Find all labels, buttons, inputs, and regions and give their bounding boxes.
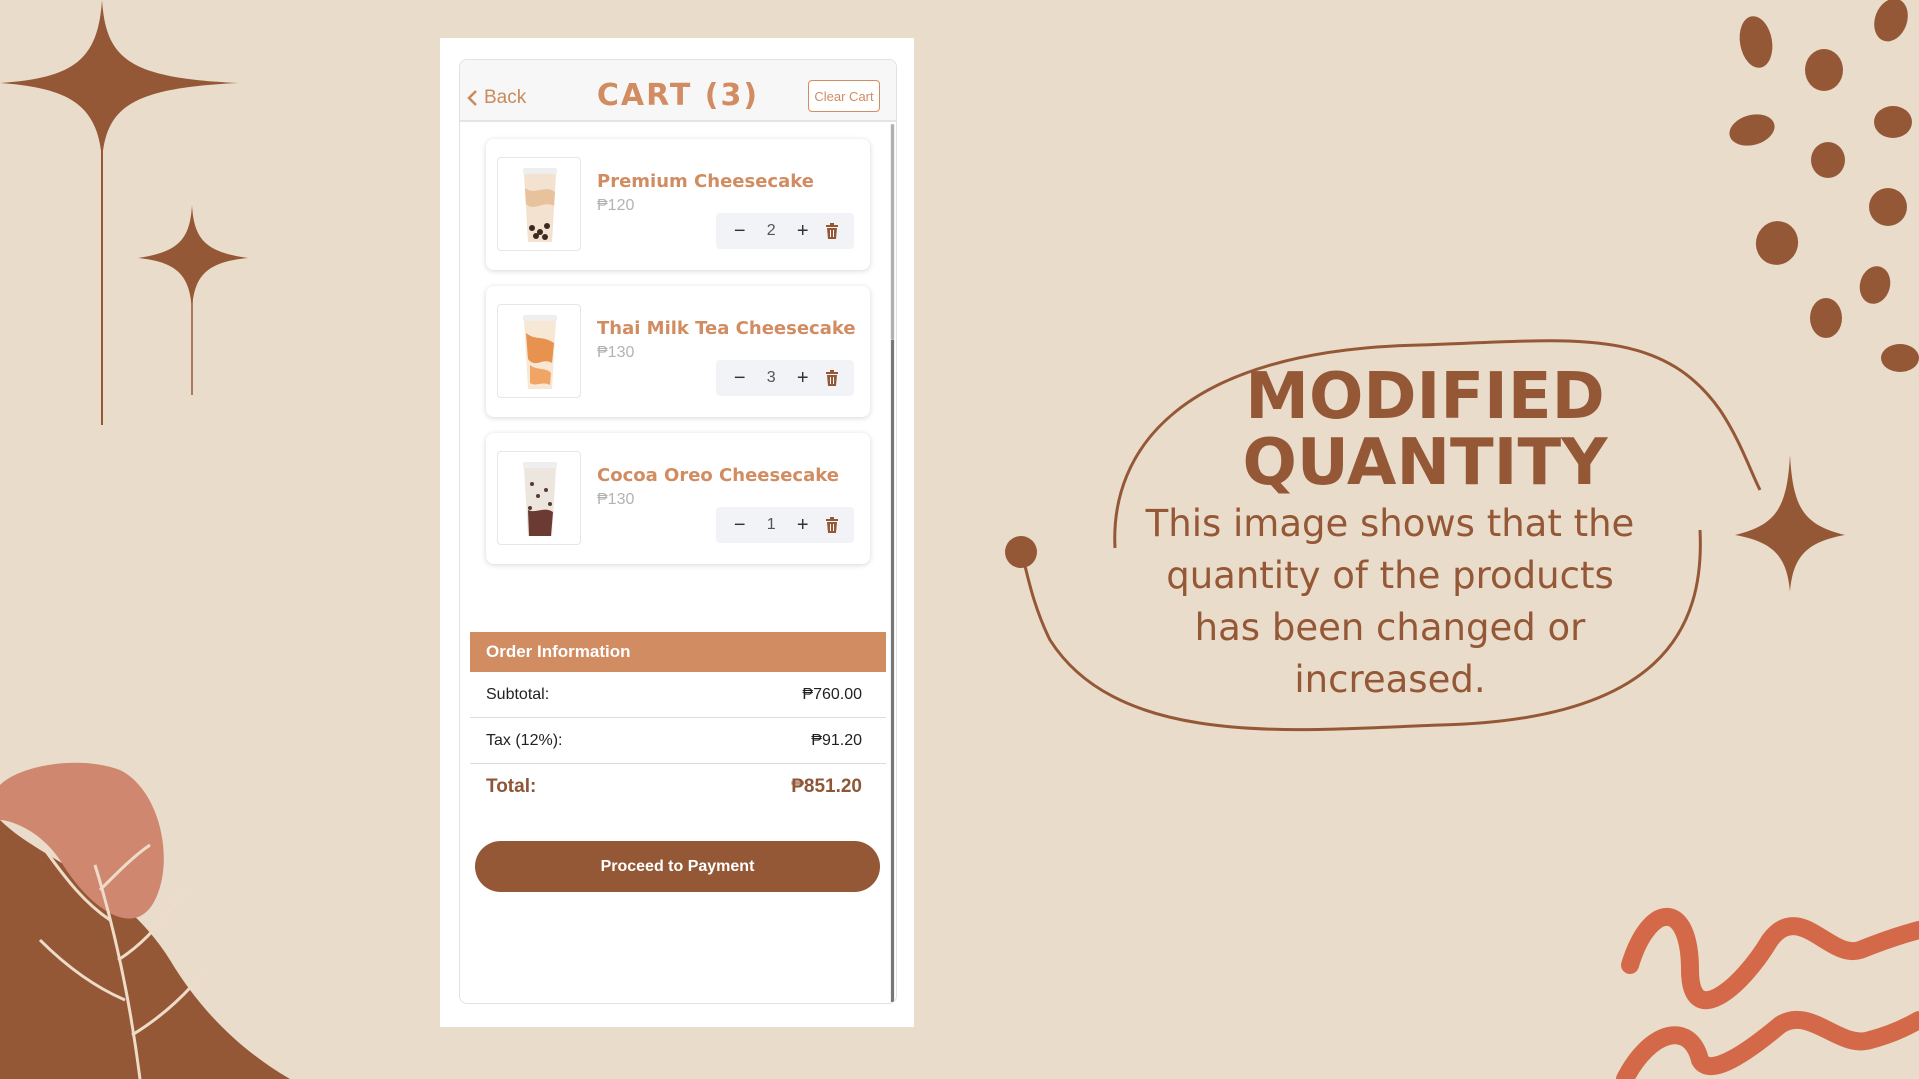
tax-row: Tax (12%): ₱91.20: [470, 718, 886, 764]
order-heading: Order Information: [470, 632, 886, 672]
total-row: Total: ₱851.20: [470, 764, 886, 810]
subtotal-row: Subtotal: ₱760.00: [470, 672, 886, 718]
cart-items-list: Premium Cheesecake ₱120 − 2 + Thai Milk …: [486, 139, 870, 580]
tax-value: ₱91.20: [811, 731, 862, 749]
squiggle-decoration-bottomright: [1616, 907, 1919, 1079]
trash-icon[interactable]: [824, 222, 840, 240]
product-name: Thai Milk Tea Cheesecake: [597, 318, 856, 339]
plus-icon[interactable]: +: [793, 514, 813, 537]
product-image: [497, 304, 581, 398]
heading-line-2: QUANTITY: [1242, 426, 1608, 500]
trash-icon[interactable]: [824, 516, 840, 534]
scrollbar-thumb[interactable]: [891, 124, 894, 340]
cart-item: Thai Milk Tea Cheesecake ₱130 − 3 +: [486, 286, 870, 417]
cart-item: Premium Cheesecake ₱120 − 2 +: [486, 139, 870, 270]
cart-header: Back CART (3) Clear Cart: [460, 60, 896, 122]
quantity-value: 1: [766, 516, 776, 533]
trash-icon[interactable]: [824, 369, 840, 387]
dots-decoration-topright: [1729, 0, 1919, 372]
quantity-value: 2: [766, 222, 776, 239]
clear-cart-button[interactable]: Clear Cart: [808, 80, 880, 112]
subtotal-value: ₱760.00: [802, 685, 862, 703]
proceed-to-payment-button[interactable]: Proceed to Payment: [475, 841, 880, 892]
product-image: [497, 451, 581, 545]
product-name: Premium Cheesecake: [597, 171, 814, 192]
product-price: ₱130: [597, 344, 635, 361]
product-image: [497, 157, 581, 251]
quantity-value: 3: [766, 369, 776, 386]
leaf-decoration-bottomleft: [0, 762, 290, 1079]
order-information: Order Information Subtotal: ₱760.00 Tax …: [470, 632, 886, 810]
slide-description: This image shows that the quantity of th…: [1145, 502, 1635, 701]
sparkle-decoration-topleft: [0, 0, 248, 425]
total-label: Total:: [486, 776, 537, 797]
scrollbar[interactable]: [890, 124, 895, 1002]
scrollbar-track: [891, 340, 894, 1002]
quantity-stepper: − 1 +: [716, 507, 854, 543]
plus-icon[interactable]: +: [793, 367, 813, 390]
subtotal-label: Subtotal:: [486, 685, 550, 703]
minus-icon[interactable]: −: [730, 514, 750, 537]
heading-line-1: MODIFIED: [1245, 360, 1605, 434]
cart-screen: Back CART (3) Clear Cart Premium Cheesec…: [459, 59, 897, 1004]
slide-heading: MODIFIED QUANTITY: [1180, 364, 1670, 496]
minus-icon[interactable]: −: [730, 367, 750, 390]
product-price: ₱130: [597, 491, 635, 508]
quantity-stepper: − 3 +: [716, 360, 854, 396]
phone-frame: Back CART (3) Clear Cart Premium Cheesec…: [440, 38, 914, 1027]
quantity-stepper: − 2 +: [716, 213, 854, 249]
plus-icon[interactable]: +: [793, 220, 813, 243]
tax-label: Tax (12%):: [486, 731, 563, 749]
cart-item: Cocoa Oreo Cheesecake ₱130 − 1 +: [486, 433, 870, 564]
product-price: ₱120: [597, 197, 635, 214]
total-value: ₱851.20: [791, 776, 862, 797]
minus-icon[interactable]: −: [730, 220, 750, 243]
product-name: Cocoa Oreo Cheesecake: [597, 465, 839, 486]
